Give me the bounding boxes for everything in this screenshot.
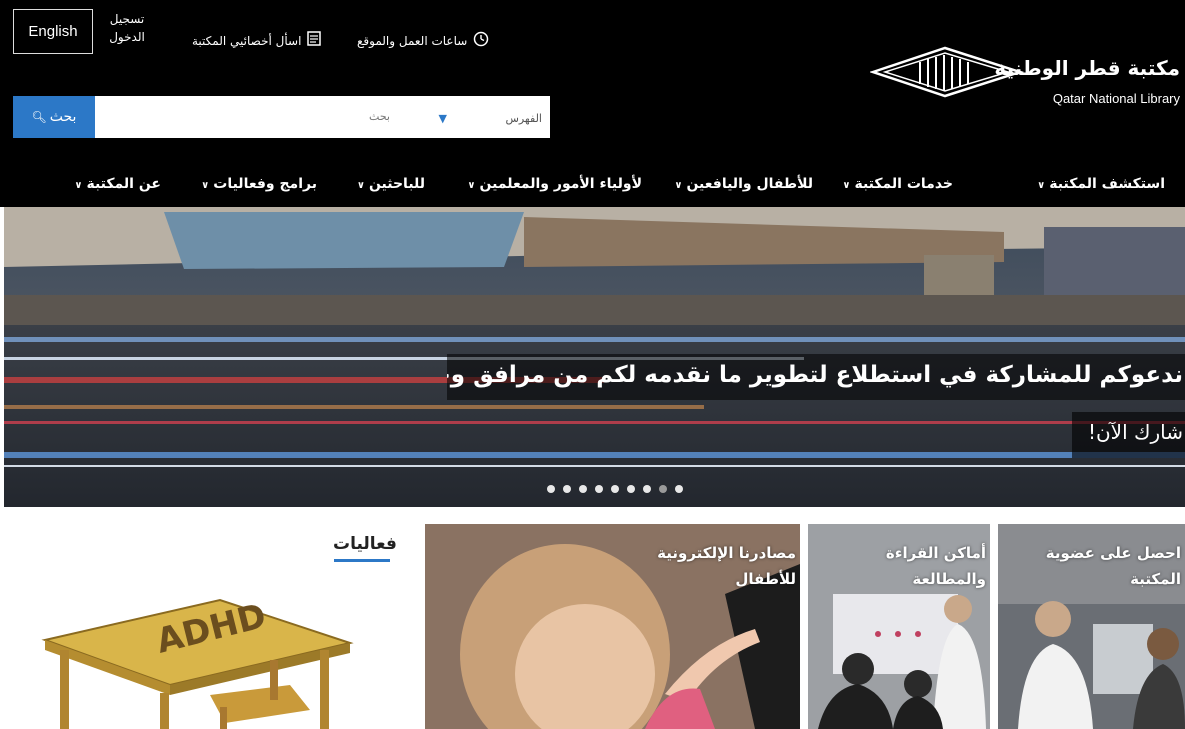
hero-slider: ندعوكم للمشاركة في استطلاع لتطوير ما نقد… [4,207,1185,507]
tile-kids-eresources[interactable]: مصادرنا الإلكترونية للأطفال [425,524,800,729]
nav-about-library[interactable]: عن المكتبة∨ [74,176,161,192]
nav-item-label: للباحثين [368,176,425,192]
nav-item-label: خدمات المكتبة [854,176,953,192]
tile-reading-spaces-label: أماكن القراءة والمطالعة [885,544,986,588]
hours-location-link[interactable]: ساعات العمل والموقع [357,31,489,50]
slider-dot[interactable] [579,485,587,493]
search-icon: 🔍︎ [31,110,47,124]
ask-librarian-label: اسأل أخصائيي المكتبة [192,33,302,48]
logo-name-english: Qatar National Library [1052,91,1180,106]
search-scope-value: الفهرس [505,111,542,125]
chevron-down-icon: ∨ [356,180,365,191]
search-button-label: بحث [49,109,77,125]
tile-membership-label: احصل على عضوية المكتبة [1045,544,1181,588]
slider-dot[interactable] [547,485,555,493]
nav-researchers[interactable]: للباحثين∨ [357,176,425,192]
chevron-down-icon: ∨ [842,180,851,191]
nav-item-label: عن المكتبة [86,176,161,192]
chevron-down-icon: ∨ [674,180,683,191]
main-nav: استكشف المكتبة∨ خدمات المكتبة∨ للأطفال و… [0,166,1185,206]
tile-membership[interactable]: احصل على عضوية المكتبة [998,524,1185,729]
search-scope-select[interactable]: ▼ الفهرس [380,105,548,131]
tile-kids-eresources-label: مصادرنا الإلكترونية للأطفال [657,544,796,588]
events-heading: فعاليات [333,534,397,554]
slider-dot[interactable] [643,485,651,493]
nav-item-label: برامج وفعاليات [213,176,317,192]
slider-dot[interactable] [675,485,683,493]
nav-library-services[interactable]: خدمات المكتبة∨ [842,176,953,192]
search-button[interactable]: 🔍︎ بحث [13,96,95,138]
chat-icon [307,31,322,50]
events-heading-underline [334,559,390,562]
nav-programs-events[interactable]: برامج وفعاليات∨ [201,176,317,192]
logo-name-arabic: مكتبة قطر الوطنية [994,56,1180,80]
slider-dot[interactable] [563,485,571,493]
hero-cta-link[interactable]: شارك الآن! [1072,412,1185,458]
nav-item-label: لأولياء الأمور والمعلمين [479,176,642,192]
clock-icon [473,31,489,50]
slider-dot[interactable] [627,485,635,493]
chevron-down-icon: ∨ [74,180,83,191]
login-link[interactable]: تسجيل الدخول [104,10,150,46]
tile-reading-spaces[interactable]: أماكن القراءة والمطالعة [808,524,990,729]
ask-librarian-link[interactable]: اسأل أخصائيي المكتبة [192,31,322,50]
chevron-down-icon: ∨ [201,180,210,191]
slider-dots [547,485,683,493]
chevron-down-icon: ∨ [1037,180,1046,191]
hero-headline: ندعوكم للمشاركة في استطلاع لتطوير ما نقد… [447,354,1185,400]
site-header: English تسجيل الدخول اسأل أخصائيي المكتب… [0,0,1185,207]
nav-parents-teachers[interactable]: لأولياء الأمور والمعلمين∨ [467,176,642,192]
language-toggle-button[interactable]: English [13,9,93,54]
chevron-down-icon: ∨ [467,180,476,191]
nav-kids-teens[interactable]: للأطفال واليافعين∨ [674,176,813,192]
hours-location-label: ساعات العمل والموقع [357,33,468,48]
slider-dot[interactable] [659,485,667,493]
nav-item-label: استكشف المكتبة [1049,176,1165,192]
event-image[interactable]: ADHD [20,575,390,729]
nav-explore-library[interactable]: استكشف المكتبة∨ [1037,176,1165,192]
slider-dot[interactable] [611,485,619,493]
slider-dot[interactable] [595,485,603,493]
page: English تسجيل الدخول اسأل أخصائيي المكتب… [0,0,1185,729]
nav-item-label: للأطفال واليافعين [686,176,813,192]
chevron-down-icon: ▼ [438,111,447,125]
